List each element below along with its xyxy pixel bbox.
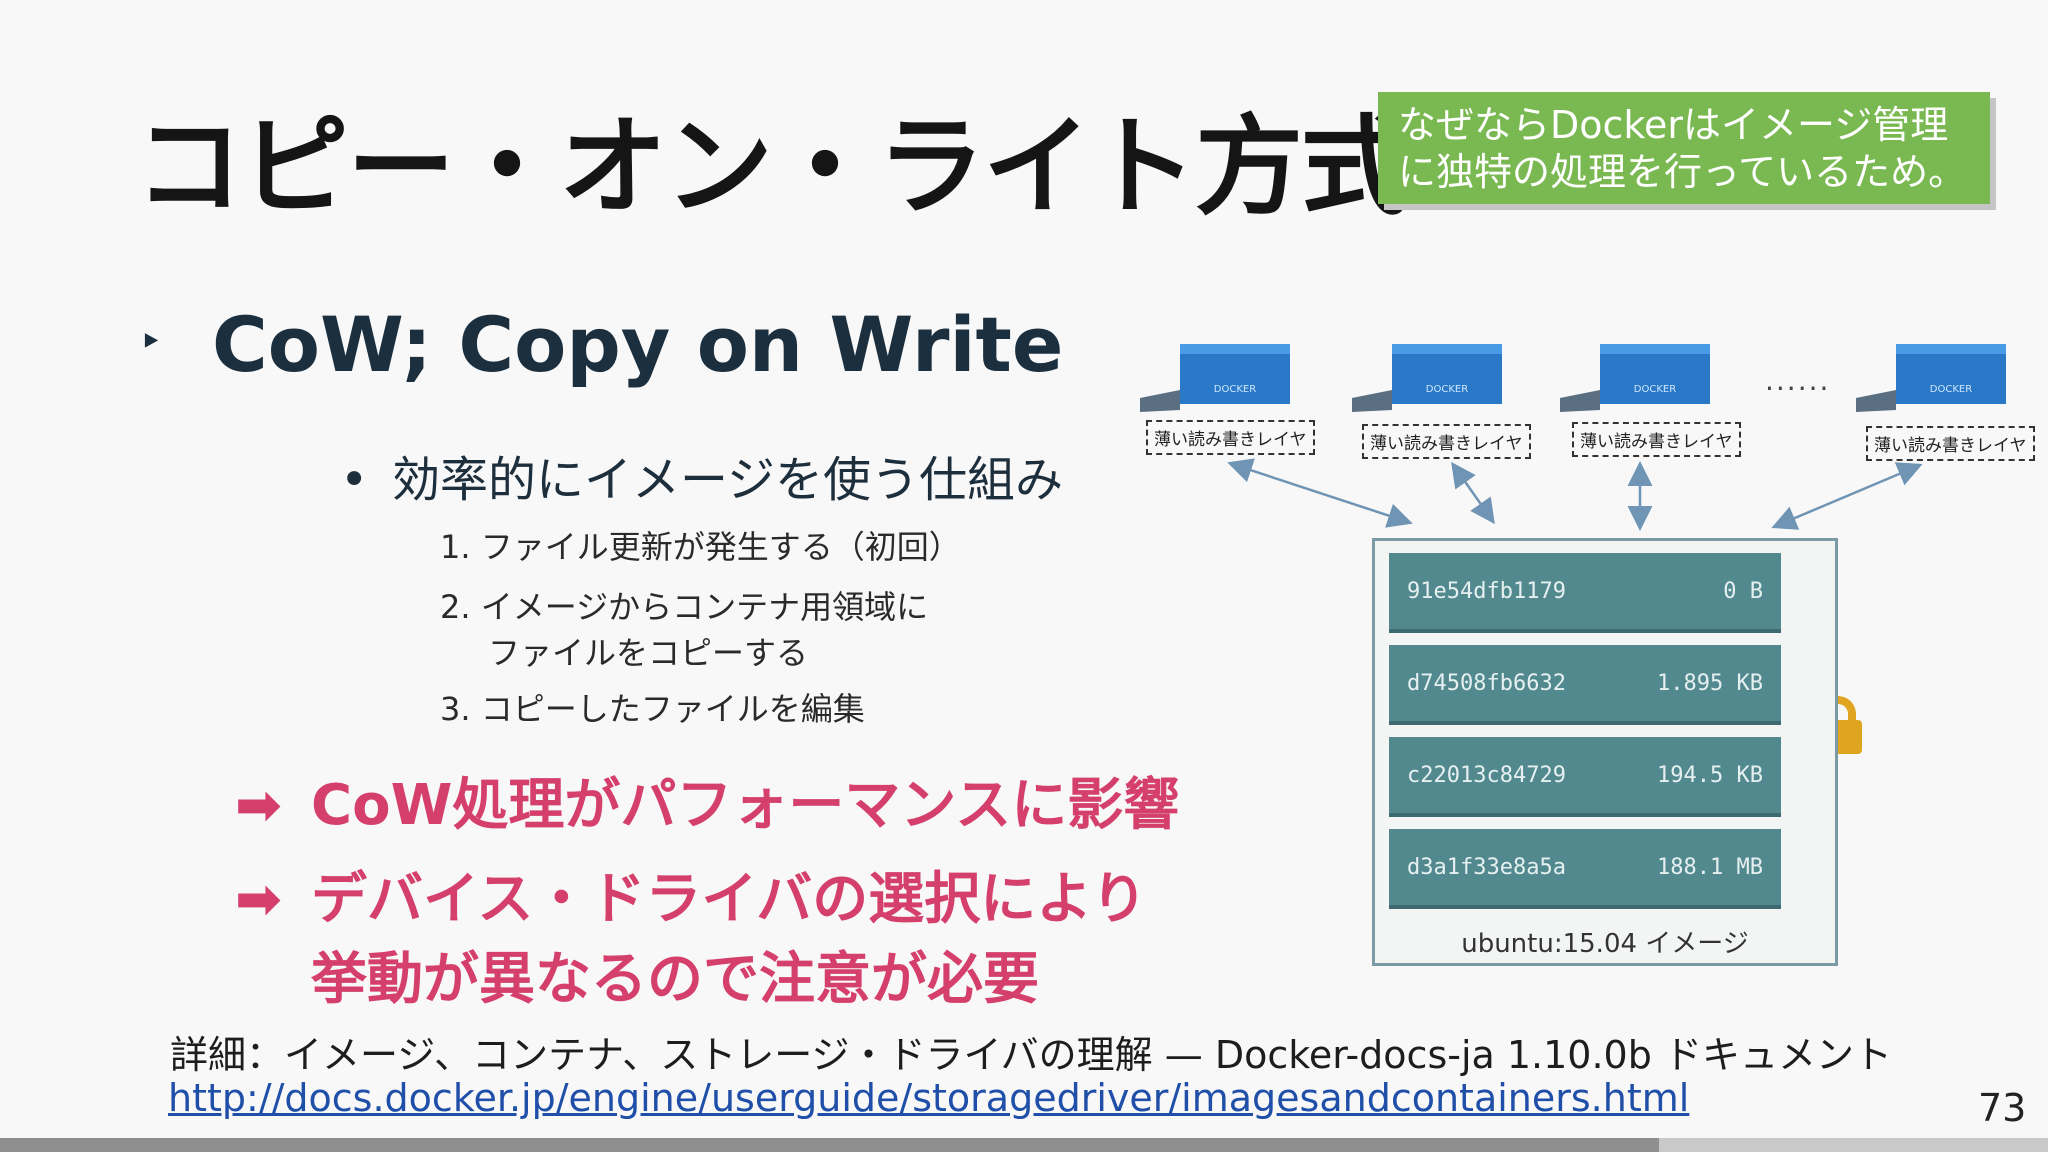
image-layer-stack: 91e54dfb1179 0 B d74508fb6632 1.895 KB c… [1372, 538, 1838, 966]
step-3: 3. コピーしたファイルを編集 [440, 690, 865, 728]
access-arrow [1227, 458, 1413, 528]
container-icon: DOCKER [1352, 344, 1502, 412]
bullet-l2-text: 効率的にイメージを使う仕組み [392, 452, 1064, 508]
point-1-text: CoW処理がパフォーマンスに影響 [311, 773, 1180, 838]
progress-bar [0, 1138, 2048, 1152]
layer-size: 188.1 MB [1657, 855, 1763, 880]
layer-size: 0 B [1723, 579, 1763, 604]
point-1: ➡ CoW処理がパフォーマンスに影響 [235, 760, 1179, 841]
access-arrow [1451, 461, 1495, 525]
cow-diagram: DOCKER DOCKER DOCKER DOCKER 薄い読み書きレイヤ 薄い… [1120, 320, 2048, 1000]
layer-id: d3a1f33e8a5a [1407, 855, 1566, 880]
step-1: 1. ファイル更新が発生する（初回） [440, 528, 961, 566]
step-2-continued: ファイルをコピーする [488, 634, 809, 672]
reference-link[interactable]: http://docs.docker.jp/engine/userguide/s… [168, 1076, 1689, 1120]
layer-size: 1.895 KB [1657, 671, 1763, 696]
container-icon: DOCKER [1560, 344, 1710, 412]
image-layer-row: 91e54dfb1179 0 B [1389, 553, 1781, 633]
point-2-continued: 挙動が異なるので注意が必要 [311, 947, 1039, 1012]
bullet-level-2: • 効率的にイメージを使う仕組み [340, 440, 1063, 510]
right-arrow-icon: ➡ [235, 867, 282, 932]
container-logo: DOCKER [1214, 384, 1256, 395]
triangle-bullet-icon: ‣ [140, 322, 162, 362]
ellipsis: ...... [1765, 364, 1831, 397]
point-2-text: デバイス・ドライバの選択により [311, 867, 1148, 932]
image-layer-row: c22013c84729 194.5 KB [1389, 737, 1781, 817]
slide: コピー・オン・ライト方式 なぜならDockerはイメージ管理 に独特の処理を行っ… [0, 0, 2048, 1152]
callout-line-1: なぜならDockerはイメージ管理 [1398, 103, 1949, 147]
container-logo: DOCKER [1634, 384, 1676, 395]
page-number: 73 [1978, 1086, 2027, 1130]
layer-id: 91e54dfb1179 [1407, 579, 1566, 604]
slide-title: コピー・オン・ライト方式 [135, 105, 1409, 230]
container-icon: DOCKER [1856, 344, 2006, 412]
steps-list: 1. ファイル更新が発生する（初回） 2. イメージからコンテナ用領域に ファイ… [440, 520, 961, 736]
image-caption: ubuntu:15.04 イメージ [1461, 929, 1749, 959]
layer-id: d74508fb6632 [1407, 671, 1566, 696]
point-2: ➡ デバイス・ドライバの選択により [235, 854, 1147, 935]
container-logo: DOCKER [1426, 384, 1468, 395]
layer-size: 194.5 KB [1657, 763, 1763, 788]
rw-layer-label: 薄い読み書きレイヤ [1572, 422, 1741, 457]
container-logo: DOCKER [1930, 384, 1972, 395]
dot-bullet-icon: • [340, 452, 369, 508]
rw-layer-label: 薄い読み書きレイヤ [1866, 426, 2035, 461]
rw-layer-label: 薄い読み書きレイヤ [1362, 424, 1531, 459]
rw-layer-label: 薄い読み書きレイヤ [1146, 420, 1315, 455]
right-arrow-icon: ➡ [235, 773, 282, 838]
callout-note: なぜならDockerはイメージ管理 に独特の処理を行っているため。 [1378, 92, 1990, 204]
image-layer-row: d74508fb6632 1.895 KB [1389, 645, 1781, 725]
container-icon: DOCKER [1140, 344, 1290, 412]
detail-reference: 詳細：イメージ、コンテナ、ストレージ・ドライバの理解 — Docker-docs… [170, 1033, 1892, 1077]
callout-line-2: に独特の処理を行っているため。 [1398, 150, 1967, 194]
progress-fill [0, 1138, 1659, 1152]
image-layer-row: d3a1f33e8a5a 188.1 MB [1389, 829, 1781, 909]
layer-id: c22013c84729 [1407, 763, 1566, 788]
access-arrow [1771, 462, 1923, 530]
bullet-level-1: ‣ CoW; Copy on Write [140, 300, 1063, 389]
bullet-l1-text: CoW; Copy on Write [212, 300, 1064, 389]
